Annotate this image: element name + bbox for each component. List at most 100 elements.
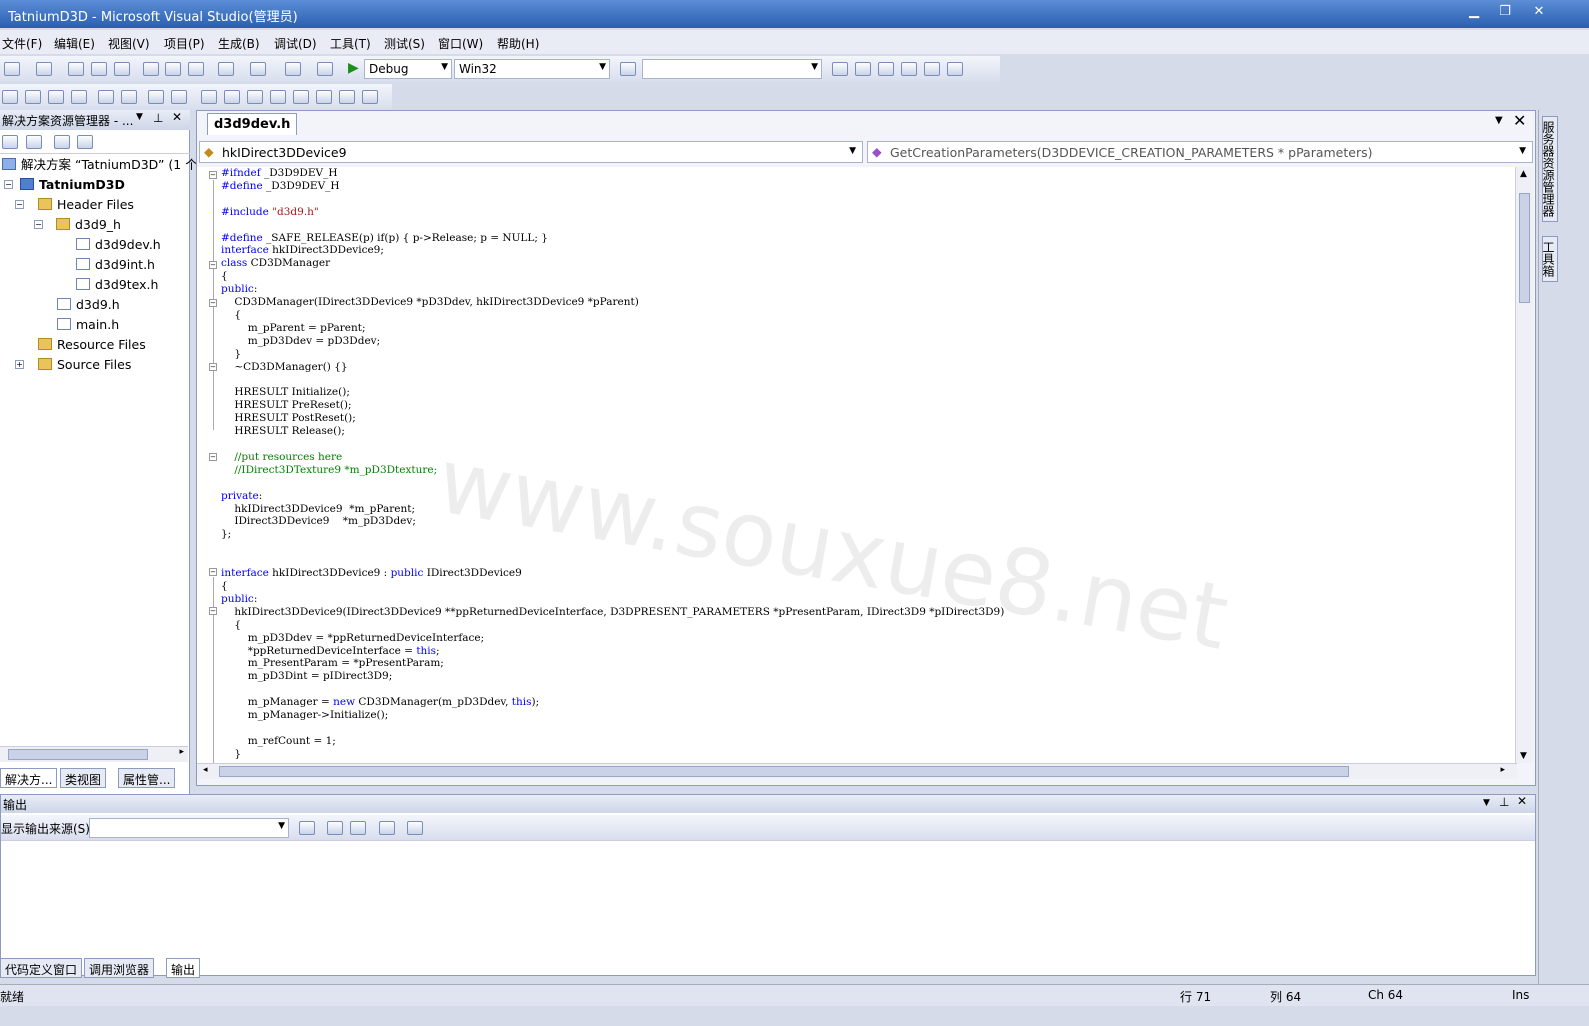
uncomment-icon[interactable] [171, 90, 187, 104]
scroll-right-icon[interactable]: ▸ [1500, 765, 1505, 775]
solution-explorer-hscroll[interactable]: ▸ [0, 746, 188, 762]
active-files-icon[interactable]: ▼ [1495, 115, 1503, 126]
tree-file-d3d9[interactable]: d3d9.h [57, 295, 120, 315]
collapse-icon[interactable]: − [209, 171, 217, 179]
collapse-icon[interactable]: − [209, 299, 217, 307]
collapse-icon[interactable]: − [209, 453, 217, 461]
output-source-combo[interactable]: ▼ [89, 818, 289, 838]
menu-file[interactable]: 文件(F) [2, 35, 42, 52]
prev-message-icon[interactable] [327, 821, 343, 835]
tree-source-files[interactable]: Source Files [38, 355, 131, 375]
toolbox-icon[interactable] [901, 62, 917, 76]
toolbox-tab[interactable]: 工具箱 [1541, 236, 1558, 282]
tree-project[interactable]: TatniumD3D [20, 175, 125, 195]
scroll-thumb[interactable] [8, 749, 148, 760]
paste-icon[interactable] [188, 62, 204, 76]
start-debugging-icon[interactable]: ▶ [348, 60, 359, 76]
add-item-icon[interactable] [36, 62, 52, 76]
parameter-info-icon[interactable] [25, 90, 41, 104]
tree-file-d3d9tex[interactable]: d3d9tex.h [76, 275, 158, 295]
tab-code-definition[interactable]: 代码定义窗口 [0, 958, 83, 978]
solution-config-combo[interactable]: Debug ▼ [364, 59, 452, 79]
editor-vscroll[interactable]: ▲ ▼ [1515, 167, 1533, 763]
menu-test[interactable]: 测试(S) [384, 35, 425, 52]
code-editor[interactable]: − − − − − − − #ifndef _D3D9DEV_H #define… [197, 167, 1517, 763]
prev-bookmark-icon[interactable] [224, 90, 240, 104]
tree-file-d3d9dev[interactable]: d3d9dev.h [76, 235, 161, 255]
chevron-down-icon[interactable]: ▼ [136, 112, 143, 122]
start-page-icon[interactable] [924, 62, 940, 76]
show-all-files-icon[interactable] [26, 135, 42, 149]
word-wrap-icon[interactable] [407, 821, 423, 835]
collapse-icon[interactable]: − [34, 220, 43, 229]
scroll-down-icon[interactable]: ▼ [1520, 751, 1527, 761]
properties-icon[interactable] [2, 135, 18, 149]
tab-class-view[interactable]: 类视图 [60, 768, 107, 788]
object-browser-icon[interactable] [878, 62, 894, 76]
solution-explorer-icon[interactable] [832, 62, 848, 76]
collapse-icon[interactable]: − [209, 568, 217, 576]
clear-bookmarks-icon[interactable] [362, 90, 378, 104]
tree-header-files[interactable]: Header Files [38, 195, 134, 215]
navigate-forward-icon[interactable] [317, 62, 333, 76]
save-all-icon[interactable] [114, 62, 130, 76]
close-icon[interactable]: ✕ [1517, 794, 1527, 808]
scroll-left-icon[interactable]: ◂ [203, 765, 208, 775]
properties-icon[interactable] [855, 62, 871, 76]
tree-solution[interactable]: 解决方案 “TatniumD3D” (1 个 [2, 155, 198, 175]
prev-bookmark-folder-icon[interactable] [270, 90, 286, 104]
pin-icon[interactable]: ⊥ [153, 111, 163, 125]
menu-edit[interactable]: 编辑(E) [54, 35, 95, 52]
collapse-icon[interactable]: − [209, 607, 217, 615]
scroll-right-icon[interactable]: ▸ [179, 747, 184, 757]
indent-icon[interactable] [121, 90, 137, 104]
close-window-button[interactable]: ✕ [1524, 3, 1554, 21]
collapse-icon[interactable]: − [15, 200, 24, 209]
menu-view[interactable]: 视图(V) [108, 35, 150, 52]
pin-icon[interactable]: ⊥ [1499, 795, 1509, 809]
menu-build[interactable]: 生成(B) [218, 35, 260, 52]
find-message-icon[interactable] [299, 821, 315, 835]
close-document-icon[interactable]: ✕ [1513, 111, 1526, 130]
windows-icon[interactable] [947, 62, 963, 76]
scroll-thumb[interactable] [1519, 193, 1530, 303]
open-file-icon[interactable] [68, 62, 84, 76]
menu-window[interactable]: 窗口(W) [438, 35, 483, 52]
new-project-icon[interactable] [4, 62, 20, 76]
cut-icon[interactable] [143, 62, 159, 76]
next-bookmark-doc-icon[interactable] [339, 90, 355, 104]
collapse-icon[interactable]: − [4, 180, 13, 189]
clear-all-icon[interactable] [379, 821, 395, 835]
server-explorer-tab[interactable]: 服务器资源管理器 [1541, 116, 1558, 222]
expand-icon[interactable]: + [15, 360, 24, 369]
toggle-bookmark-icon[interactable] [201, 90, 217, 104]
menu-debug[interactable]: 调试(D) [274, 35, 317, 52]
tree-resource-files[interactable]: Resource Files [38, 335, 146, 355]
menu-project[interactable]: 项目(P) [164, 35, 205, 52]
menu-help[interactable]: 帮助(H) [497, 35, 539, 52]
next-bookmark-icon[interactable] [247, 90, 263, 104]
navigate-backward-icon[interactable] [285, 62, 301, 76]
minimize-button[interactable]: ▁ [1459, 3, 1489, 21]
copy-icon[interactable] [165, 62, 181, 76]
quick-info-icon[interactable] [48, 90, 64, 104]
solution-platform-combo[interactable]: Win32 ▼ [454, 59, 610, 79]
maximize-button[interactable]: ❐ [1490, 3, 1520, 21]
tab-output[interactable]: 输出 [166, 958, 201, 978]
collapse-icon[interactable]: − [209, 363, 217, 371]
tree-file-main[interactable]: main.h [57, 315, 119, 335]
tab-solution-explorer[interactable]: 解决方... [0, 768, 58, 788]
member-list-icon[interactable] [2, 90, 18, 104]
next-bookmark-folder-icon[interactable] [293, 90, 309, 104]
tab-property-manager[interactable]: 属性管... [118, 768, 176, 788]
members-combo[interactable]: ◆ GetCreationParameters(D3DDEVICE_CREATI… [867, 141, 1533, 163]
class-diagram-icon[interactable] [77, 135, 93, 149]
undo-icon[interactable] [218, 62, 234, 76]
refresh-icon[interactable] [54, 135, 70, 149]
tree-file-d3d9int[interactable]: d3d9int.h [76, 255, 155, 275]
save-icon[interactable] [91, 62, 107, 76]
close-icon[interactable]: ✕ [172, 110, 182, 124]
tab-d3d9dev-h[interactable]: d3d9dev.h [207, 113, 298, 135]
find-in-files-icon[interactable] [620, 62, 636, 76]
menu-tools[interactable]: 工具(T) [330, 35, 371, 52]
